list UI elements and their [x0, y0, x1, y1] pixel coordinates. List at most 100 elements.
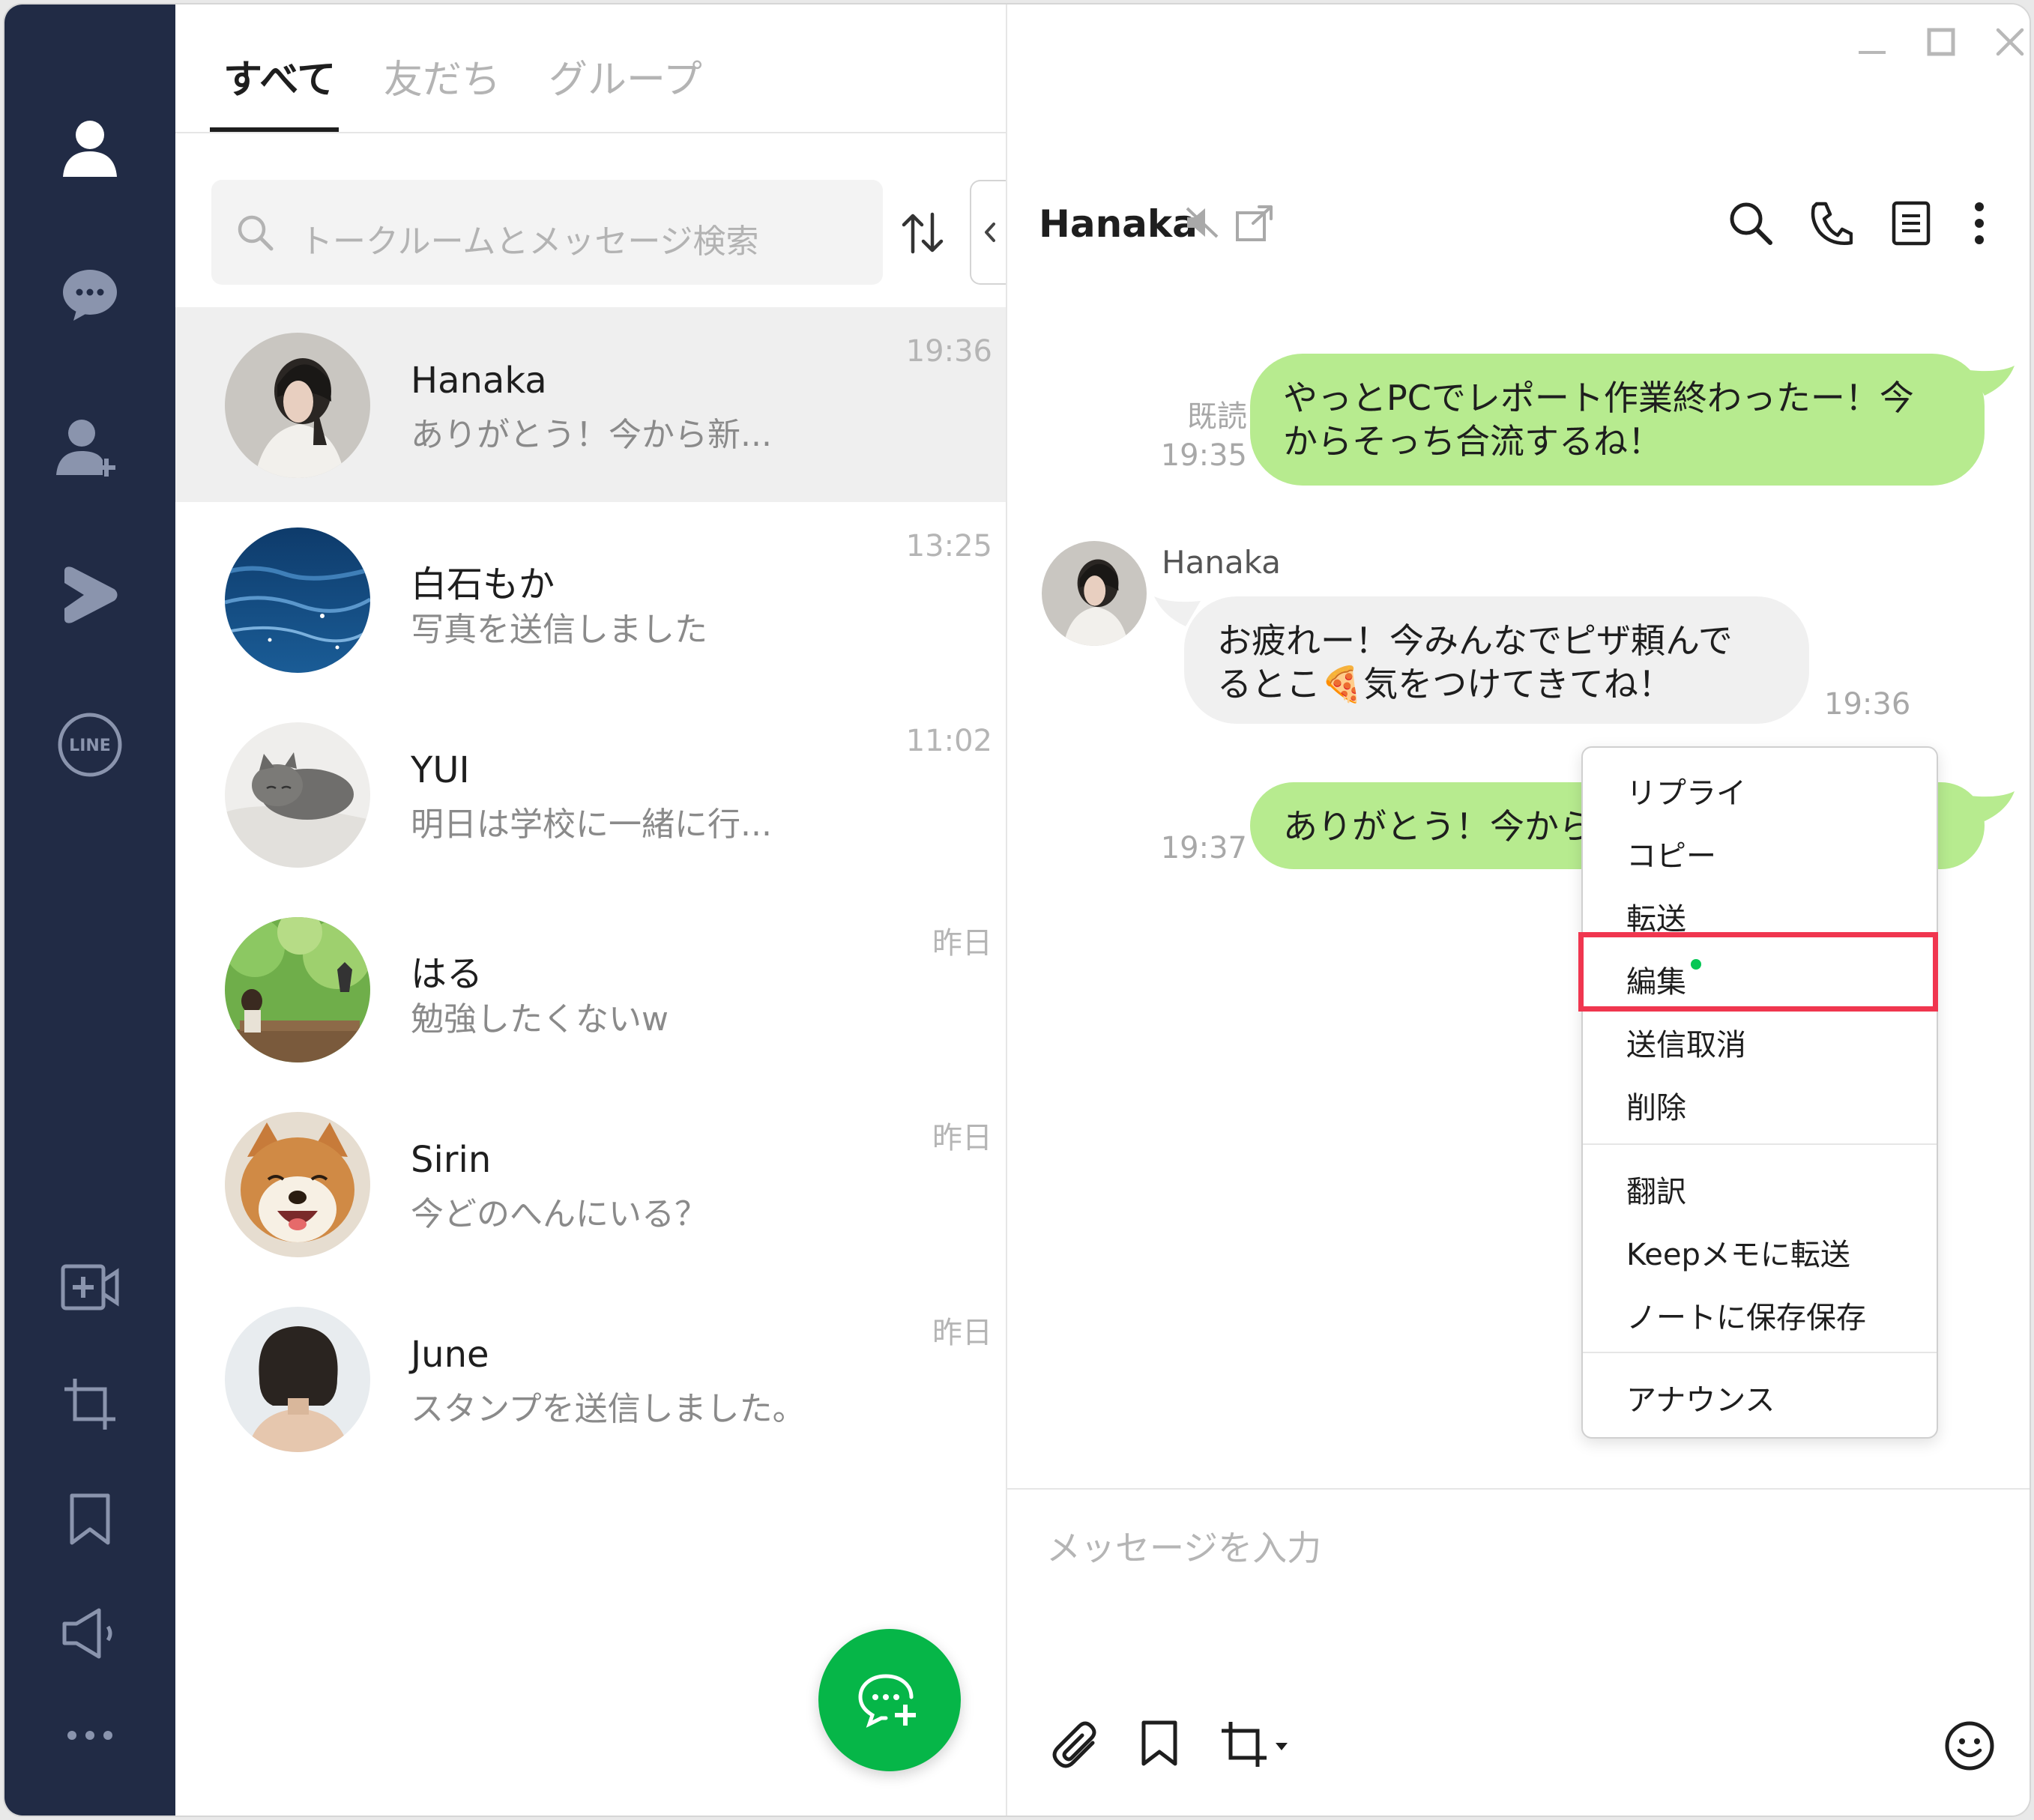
menu-item-unsend[interactable]: 送信取消 [1626, 1021, 1746, 1064]
announcement-megaphone-icon[interactable] [4, 1588, 175, 1678]
window-controls [1857, 27, 2025, 57]
video-call-icon[interactable] [4, 1242, 175, 1332]
menu-divider [1583, 1143, 1937, 1145]
chat-row-june[interactable]: June スタンプを送信しました。 昨日 [175, 1281, 1006, 1476]
tab-groups[interactable]: グループ [549, 48, 702, 104]
sort-button[interactable] [899, 210, 946, 256]
tab-bar: すべて 友だち グループ [175, 4, 1006, 133]
collapse-list-button[interactable] [970, 180, 1009, 285]
attach-file-icon[interactable] [1052, 1720, 1100, 1773]
chat-preview: スタンプを送信しました。 [411, 1390, 806, 1428]
chat-list-pane: すべて 友だち グループ トークルームとメッセージ検索 Hanaka ありがとう… [175, 4, 1009, 1816]
avatar [225, 1307, 370, 1452]
chat-preview: 勉強したくないw [411, 1000, 669, 1039]
keep-bookmark-icon[interactable] [1141, 1720, 1178, 1770]
avatar [225, 527, 370, 673]
search-icon [237, 214, 274, 255]
screenshot-crop-icon[interactable] [1220, 1720, 1289, 1771]
chat-title: Hanaka [1039, 202, 1198, 246]
message-meta: 既読 19:35 [1097, 397, 1247, 475]
chats-nav-icon[interactable] [4, 250, 175, 340]
keep-bookmark-icon[interactable] [4, 1475, 175, 1564]
avatar [225, 917, 370, 1062]
menu-item-copy[interactable]: コピー [1626, 832, 1716, 875]
sender-avatar[interactable] [1042, 541, 1147, 646]
chat-preview: 明日は学校に一緒に行... [411, 805, 772, 844]
chat-preview: ありがとう！今から新... [411, 416, 772, 454]
add-friend-nav-icon[interactable] [4, 402, 175, 492]
chat-time: 19:36 [905, 334, 992, 369]
message-text: お疲れー！今みんなでピザ頼んで [1217, 620, 1733, 661]
menu-item-delete[interactable]: 削除 [1626, 1083, 1686, 1127]
svg-text:LINE: LINE [69, 737, 111, 755]
chat-preview: 今どのへんにいる？ [411, 1195, 707, 1233]
chat-row-yui[interactable]: YUI 明日は学校に一緒に行... 11:02 [175, 697, 1006, 892]
message-text: やっとPCでレポート作業終わったー！今 [1283, 378, 1914, 418]
bubble-tail [1970, 791, 2015, 821]
chat-name: Hanaka [411, 360, 547, 402]
chat-name: Sirin [411, 1139, 492, 1181]
sender-name: Hanaka [1162, 544, 1281, 581]
menu-item-translate[interactable]: 翻訳 [1626, 1167, 1686, 1211]
message-text: 気をつけてきてね！ [1363, 664, 1673, 704]
open-external-icon[interactable] [1235, 204, 1276, 244]
menu-item-reply[interactable]: リプライ [1626, 769, 1746, 812]
search-icon[interactable] [1728, 201, 1773, 249]
chat-name: June [411, 1334, 489, 1376]
chat-time: 昨日 [932, 926, 992, 961]
tab-all[interactable]: すべて [223, 48, 336, 104]
muted-speaker-icon [1184, 205, 1220, 243]
their-message-bubble[interactable]: お疲れー！今みんなでピザ頼んで るとこ🍕気をつけてきてね！ [1184, 596, 1809, 724]
sort-arrows-icon [902, 212, 944, 254]
message-text: るとこ [1217, 664, 1321, 704]
chat-row-sirin[interactable]: Sirin 今どのへんにいる？ 昨日 [175, 1086, 1006, 1281]
maximize-icon[interactable] [1926, 27, 1956, 57]
bubble-tail [1970, 366, 2015, 396]
chat-time: 昨日 [932, 1121, 992, 1155]
more-menu-icon[interactable] [4, 1690, 175, 1780]
pizza-emoji: 🍕 [1321, 664, 1364, 704]
message-input-placeholder: メッセージを入力 [1046, 1528, 1322, 1568]
message-input-area[interactable]: メッセージを入力 [1007, 1488, 2030, 1816]
screenshot-crop-icon[interactable] [4, 1359, 175, 1449]
search-placeholder: トークルームとメッセージ検索 [300, 223, 759, 261]
chat-time: 昨日 [932, 1316, 992, 1350]
chat-preview: 写真を送信しました [411, 611, 707, 649]
chat-row-haru[interactable]: はる 勉強したくないw 昨日 [175, 892, 1006, 1086]
minimize-icon[interactable] [1857, 27, 1887, 57]
more-options-icon[interactable] [1974, 201, 1985, 249]
chat-time: 13:25 [905, 529, 992, 563]
close-icon[interactable] [1995, 27, 2025, 57]
search-input[interactable]: トークルームとメッセージ検索 [211, 180, 883, 285]
message-time: 19:36 [1824, 687, 1911, 722]
menu-item-save-to-note[interactable]: ノートに保存保存 [1626, 1293, 1866, 1337]
line-window: LINE すべて 友だち グループ トークルームとメッセージ検索 Hanaka … [3, 3, 2031, 1817]
menu-item-announce[interactable]: アナウンス [1626, 1376, 1775, 1419]
my-message-bubble[interactable]: やっとPCでレポート作業終わったー！今 からそっち合流するね！ [1250, 354, 1985, 486]
phone-call-icon[interactable] [1809, 201, 1853, 249]
tab-friends[interactable]: 友だち [384, 48, 501, 104]
new-chat-button[interactable] [818, 1629, 961, 1771]
chat-name: YUI [411, 749, 470, 791]
menu-item-forward-to-keep[interactable]: Keepメモに転送 [1626, 1230, 1850, 1274]
message-context-menu: リプライ コピー 転送 編集 送信取消 削除 翻訳 Keepメモに転送 ノートに… [1578, 746, 1938, 1439]
edit-highlight-box [1578, 932, 1938, 1012]
line-services-icon[interactable]: LINE [4, 700, 175, 790]
chat-name: はる [411, 953, 483, 995]
sidebar: LINE [4, 4, 175, 1816]
avatar [225, 333, 370, 478]
notes-icon[interactable] [1892, 201, 1931, 249]
read-receipt: 既読 [1187, 399, 1247, 434]
chat-name: 白石もか [411, 563, 555, 605]
friends-nav-icon[interactable] [4, 103, 175, 193]
emoji-smiley-icon[interactable] [1944, 1720, 1995, 1774]
menu-divider [1583, 1352, 1937, 1353]
voom-nav-icon[interactable] [4, 550, 175, 640]
chat-row-hanaka[interactable]: Hanaka ありがとう！今から新... 19:36 [175, 307, 1006, 502]
chevron-left-icon [985, 223, 995, 242]
message-time: 19:37 [1160, 831, 1247, 865]
chat-list: Hanaka ありがとう！今から新... 19:36 白石もか 写真を送信しまし… [175, 307, 1006, 1476]
chat-row-shiraishi[interactable]: 白石もか 写真を送信しました 13:25 [175, 502, 1006, 697]
message-time: 19:35 [1160, 438, 1247, 473]
new-chat-icon [858, 1674, 916, 1728]
